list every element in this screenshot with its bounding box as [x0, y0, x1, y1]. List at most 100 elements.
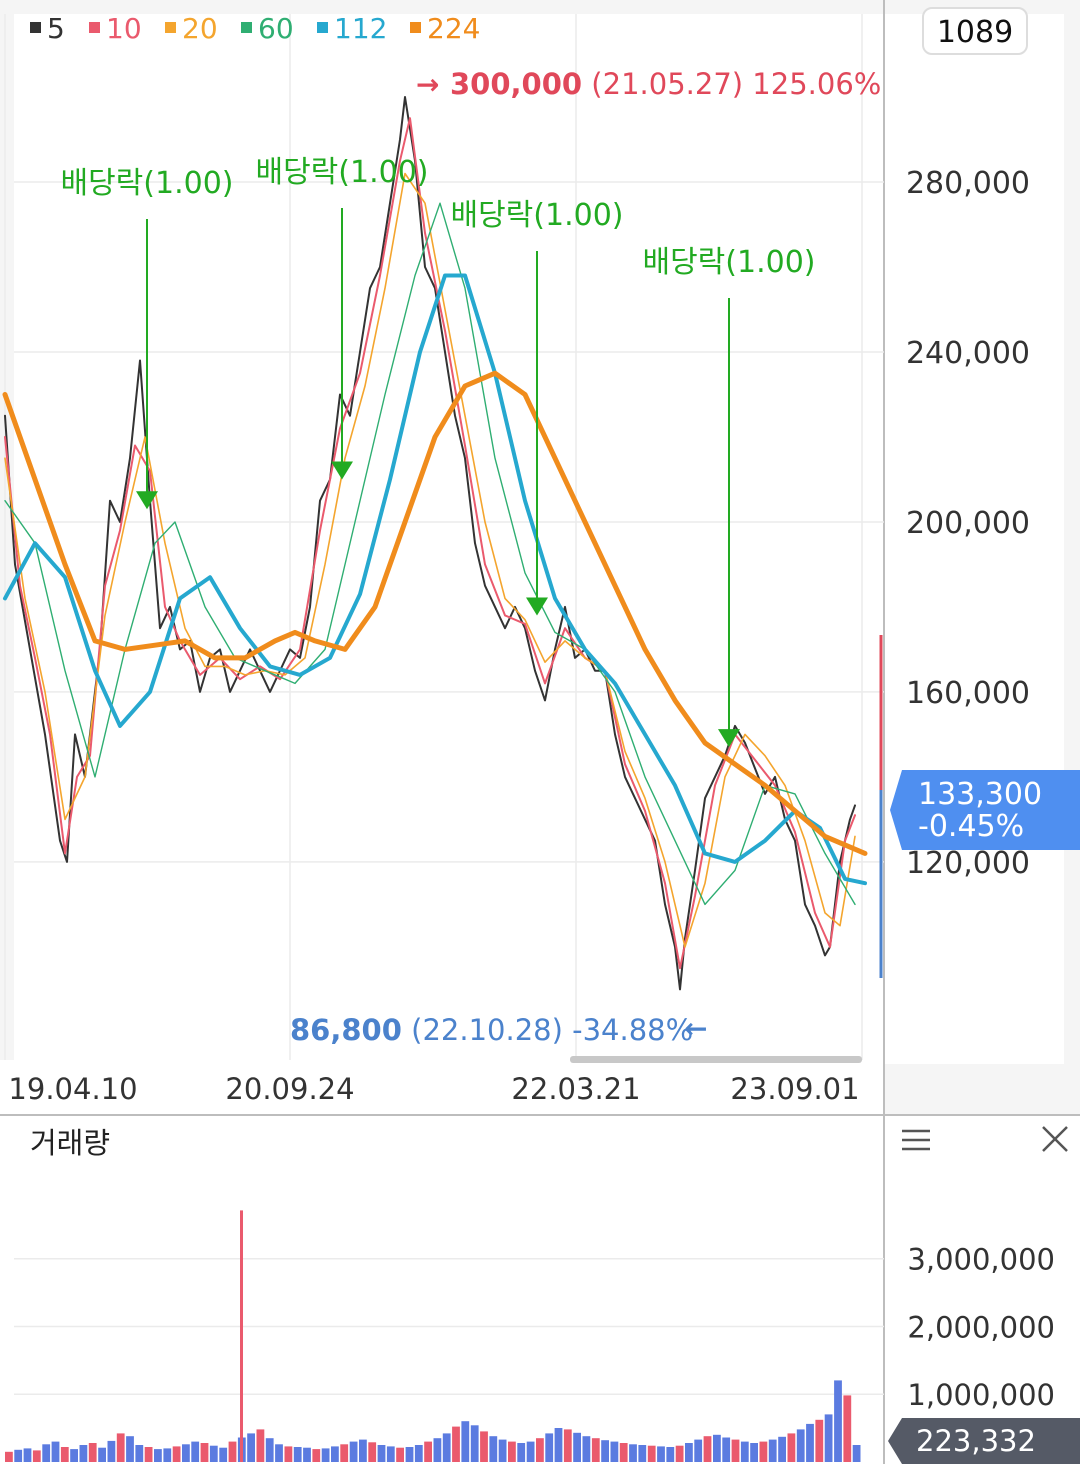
volume-bar [368, 1442, 377, 1462]
volume-bar [806, 1423, 814, 1462]
volume-bar [116, 1433, 125, 1462]
x-tick-label: 22.03.21 [511, 1072, 640, 1106]
volume-bar [107, 1440, 116, 1462]
dividend-label: 배당락(1.00) [60, 166, 233, 201]
volume-bar [32, 1450, 41, 1462]
x-tick-label: 20.09.24 [225, 1072, 354, 1106]
volume-bar [79, 1445, 88, 1462]
time-scrollbar[interactable] [570, 1056, 862, 1063]
volume-bar [843, 1395, 852, 1462]
price-chart[interactable]: 배당락(1.00) 배당락(1.00) 배당락(1.00) 배당락(1.00) → 300… [0, 0, 1080, 1464]
volume-bar [144, 1447, 153, 1462]
volume-bar [303, 1447, 311, 1462]
volume-bar [573, 1432, 581, 1462]
volume-bar [98, 1447, 106, 1462]
legend-swatch-112 [317, 22, 328, 33]
volume-bar [582, 1436, 591, 1462]
volume-bar [182, 1444, 190, 1462]
volume-bar [452, 1426, 460, 1462]
volume-bar [5, 1451, 13, 1462]
y-tick-label: 240,000 [906, 336, 1030, 371]
volume-bar [675, 1445, 684, 1462]
volume-bar [824, 1414, 833, 1462]
volume-bar [200, 1443, 209, 1462]
volume-bar [154, 1449, 162, 1462]
volume-bar [834, 1380, 842, 1462]
volume-bar [750, 1443, 758, 1462]
volume-bar [293, 1447, 302, 1462]
legend-label-10: 10 [106, 12, 142, 45]
volume-bar [731, 1439, 740, 1462]
high-arrow-icon: → [416, 68, 439, 101]
volume-bar [787, 1433, 796, 1462]
volume-bar [256, 1429, 265, 1462]
y-tick-label: 280,000 [906, 166, 1030, 201]
volume-bar [23, 1448, 32, 1462]
legend-label-112: 112 [334, 12, 387, 45]
legend-swatch-5 [30, 22, 41, 33]
legend-label-224: 224 [427, 12, 480, 45]
low-price-label: 86,800 (22.10.28) -34.88% [290, 1013, 693, 1047]
volume-bar [163, 1448, 172, 1462]
dividend-label: 배당락(1.00) [642, 245, 815, 280]
volume-bar [209, 1445, 218, 1462]
volume-bar [359, 1439, 367, 1462]
volume-bar [638, 1445, 647, 1462]
y-tick-label: 200,000 [906, 506, 1030, 541]
volume-bar [554, 1428, 563, 1462]
volume-bar [60, 1447, 69, 1462]
current-price-change: -0.45% [918, 809, 1024, 844]
volume-bar [14, 1449, 23, 1462]
volume-bar [424, 1441, 432, 1462]
volume-bar [275, 1444, 283, 1462]
current-price-value: 133,300 [918, 777, 1042, 812]
volume-bar [740, 1441, 749, 1462]
volume-bar [610, 1441, 619, 1462]
volume-bar [778, 1436, 786, 1462]
legend-label-60: 60 [258, 12, 294, 45]
volume-bar [685, 1443, 693, 1462]
volume-bar [377, 1445, 386, 1462]
volume-bar [563, 1429, 572, 1462]
volume-bar [619, 1443, 628, 1462]
volume-bar [265, 1438, 274, 1462]
y-tick-label: 160,000 [906, 676, 1030, 711]
volume-bar [694, 1439, 703, 1462]
dividend-label: 배당락(1.00) [255, 155, 428, 190]
x-tick-label: 23.09.01 [730, 1072, 859, 1106]
volume-bar [135, 1445, 144, 1462]
period-button-label[interactable]: 1089 [937, 15, 1013, 50]
volume-bar [480, 1431, 488, 1462]
volume-bar [405, 1447, 414, 1462]
volume-bar [247, 1433, 255, 1462]
volume-bar [768, 1439, 777, 1462]
volume-bar [629, 1444, 637, 1462]
y-tick-label: 120,000 [906, 846, 1030, 881]
volume-bar [321, 1448, 330, 1462]
volume-bar [433, 1438, 442, 1462]
volume-y-tick: 3,000,000 [907, 1243, 1055, 1277]
volume-bar [526, 1441, 535, 1462]
volume-bar [657, 1446, 665, 1462]
volume-bar [51, 1441, 60, 1462]
x-tick-label: 19.04.10 [8, 1072, 137, 1106]
volume-y-tick: 2,000,000 [907, 1310, 1055, 1344]
volume-bar [228, 1441, 237, 1462]
volume-bar [414, 1445, 423, 1462]
stock-chart-screen: 배당락(1.00) 배당락(1.00) 배당락(1.00) 배당락(1.00) → 300… [0, 0, 1080, 1464]
volume-bar [331, 1446, 339, 1462]
volume-bar [601, 1440, 609, 1462]
volume-bar [722, 1437, 731, 1462]
volume-bar [461, 1421, 470, 1462]
volume-bar [386, 1446, 395, 1462]
volume-bar [70, 1449, 78, 1462]
volume-bar [647, 1445, 656, 1462]
volume-bar [796, 1429, 805, 1462]
volume-bar [219, 1447, 228, 1462]
volume-bar [591, 1438, 600, 1462]
volume-bar [545, 1433, 554, 1462]
volume-bar-spike [240, 1210, 243, 1462]
volume-bar [42, 1444, 51, 1462]
volume-bar [508, 1441, 516, 1462]
legend-label-5: 5 [47, 12, 65, 45]
